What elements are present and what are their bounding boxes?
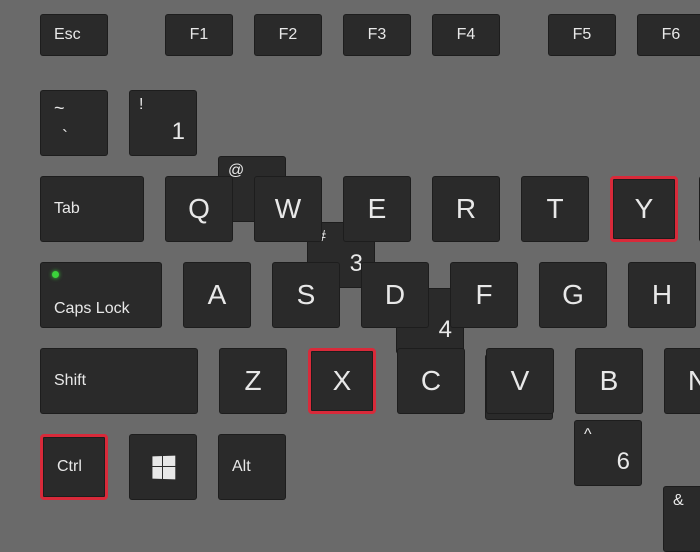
key-ctrl[interactable]: Ctrl	[40, 434, 108, 500]
key-label: N	[688, 365, 700, 397]
key-label: Y	[635, 193, 654, 225]
key-7[interactable]: & 7	[663, 486, 700, 552]
key-label: S	[297, 279, 316, 311]
key-e[interactable]: E	[343, 176, 411, 242]
key-f6[interactable]: F6	[637, 14, 700, 56]
key-g[interactable]: G	[539, 262, 607, 328]
key-f4[interactable]: F4	[432, 14, 500, 56]
key-label: Ctrl	[57, 458, 82, 476]
key-windows[interactable]	[129, 434, 197, 500]
key-label: C	[421, 365, 441, 397]
key-upper: &	[673, 492, 684, 510]
key-label: F6	[662, 26, 681, 44]
key-f5[interactable]: F5	[548, 14, 616, 56]
key-esc[interactable]: Esc	[40, 14, 108, 56]
key-r[interactable]: R	[432, 176, 500, 242]
key-label: Caps Lock	[54, 300, 130, 328]
key-label: R	[456, 193, 476, 225]
key-n[interactable]: N	[664, 348, 700, 414]
key-6[interactable]: ^ 6	[574, 420, 642, 486]
key-y[interactable]: Y	[610, 176, 678, 242]
key-v[interactable]: V	[486, 348, 554, 414]
key-alt[interactable]: Alt	[218, 434, 286, 500]
key-f3[interactable]: F3	[343, 14, 411, 56]
key-d[interactable]: D	[361, 262, 429, 328]
key-upper: !	[139, 96, 143, 114]
capslock-led-icon	[52, 271, 59, 278]
key-label: Tab	[54, 200, 80, 218]
key-tab[interactable]: Tab	[40, 176, 144, 242]
key-1[interactable]: ! 1	[129, 90, 197, 156]
key-f2[interactable]: F2	[254, 14, 322, 56]
key-lower: `	[62, 127, 68, 148]
key-label: X	[333, 365, 352, 397]
key-label: H	[652, 279, 672, 311]
key-label: F	[475, 279, 492, 311]
key-b[interactable]: B	[575, 348, 643, 414]
key-label: Z	[244, 365, 261, 397]
key-label: Q	[188, 193, 210, 225]
key-f1[interactable]: F1	[165, 14, 233, 56]
key-shift[interactable]: Shift	[40, 348, 198, 414]
key-t[interactable]: T	[521, 176, 589, 242]
key-label: Alt	[232, 458, 251, 476]
key-upper: ~	[54, 98, 65, 119]
key-label: E	[368, 193, 387, 225]
key-w[interactable]: W	[254, 176, 322, 242]
key-label: Esc	[54, 26, 81, 44]
key-label: A	[208, 279, 227, 311]
key-a[interactable]: A	[183, 262, 251, 328]
key-backtick[interactable]: ~ `	[40, 90, 108, 156]
key-label: B	[600, 365, 619, 397]
key-label: G	[562, 279, 584, 311]
key-label: Shift	[54, 372, 86, 390]
key-label: F1	[190, 26, 209, 44]
key-lower: 1	[172, 118, 185, 146]
key-label: F4	[457, 26, 476, 44]
key-upper: ^	[584, 426, 592, 444]
key-label: D	[385, 279, 405, 311]
key-f[interactable]: F	[450, 262, 518, 328]
key-s[interactable]: S	[272, 262, 340, 328]
key-c[interactable]: C	[397, 348, 465, 414]
key-z[interactable]: Z	[219, 348, 287, 414]
key-lower: 6	[617, 448, 630, 476]
key-label: T	[546, 193, 563, 225]
key-capslock[interactable]: Caps Lock	[40, 262, 162, 328]
key-label: V	[511, 365, 530, 397]
windows-icon	[152, 456, 174, 479]
key-label: F5	[573, 26, 592, 44]
key-label: F2	[279, 26, 298, 44]
key-x[interactable]: X	[308, 348, 376, 414]
key-h[interactable]: H	[628, 262, 696, 328]
key-label: W	[275, 193, 301, 225]
key-q[interactable]: Q	[165, 176, 233, 242]
key-label: F3	[368, 26, 387, 44]
keyboard: Esc F1 F2 F3 F4 F5 F6 ~ ` ! 1 @ 2 # 3 $ …	[0, 0, 700, 509]
